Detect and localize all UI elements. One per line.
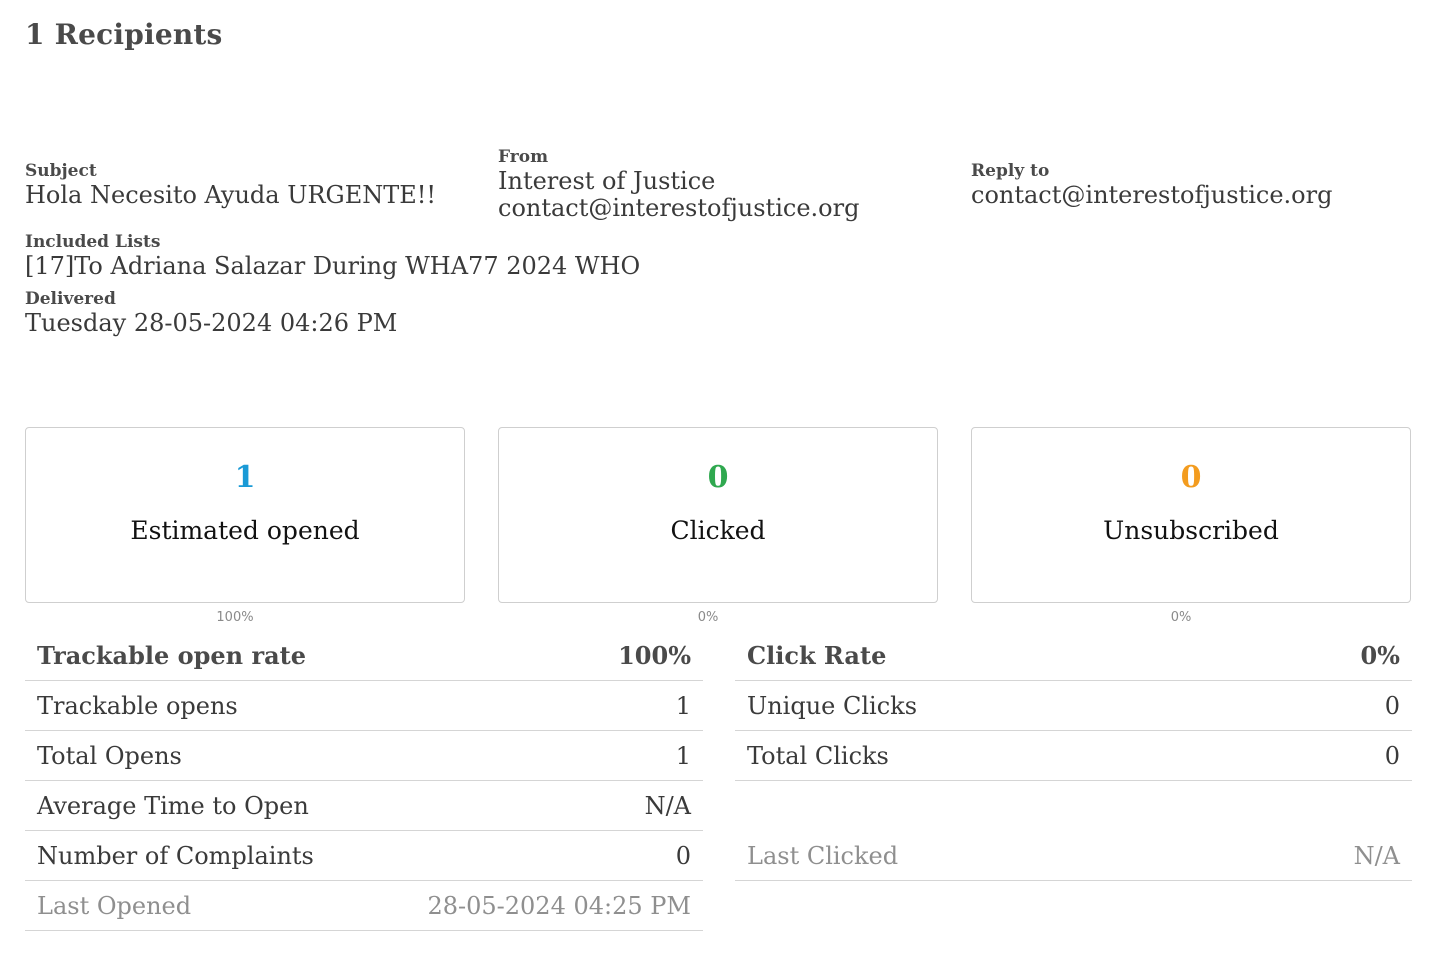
table-row: Trackable opens 1 [25, 681, 703, 731]
total-clicks-label: Total Clicks [747, 741, 889, 770]
trackable-opens-value: 1 [675, 691, 691, 720]
unsubscribed-percent: 0% [1170, 610, 1192, 625]
included-lists-label: Included Lists [25, 232, 161, 252]
reply-to-value: contact@interestofjustice.org [971, 181, 1333, 209]
reply-to-block: Reply to contact@interestofjustice.org [971, 160, 1332, 209]
total-opens-value: 1 [675, 741, 691, 770]
unsubscribed-label: Unsubscribed [1103, 516, 1279, 545]
from-name: Interest of Justice [498, 167, 716, 195]
number-of-complaints-value: 0 [675, 841, 691, 870]
click-metrics-table: Click Rate 0% Unique Clicks 0 Total Clic… [735, 631, 1412, 881]
delivered-label: Delivered [25, 289, 116, 309]
total-opens-label: Total Opens [37, 741, 182, 770]
from-email: contact@interestofjustice.org [498, 194, 860, 222]
table-row: Average Time to Open N/A [25, 781, 703, 831]
table-row: Total Clicks 0 [735, 731, 1412, 781]
click-rate-row: Click Rate 0% [735, 631, 1412, 681]
trackable-open-rate-row: Trackable open rate 100% [25, 631, 703, 681]
clicked-card: 0 Clicked [498, 427, 938, 603]
trackable-open-rate-label: Trackable open rate [37, 641, 307, 670]
subject-value: Hola Necesito Ayuda URGENTE!! [25, 181, 437, 209]
included-lists-value: [17]To Adriana Salazar During WHA77 2024… [25, 252, 641, 280]
included-lists-block: Included Lists [17]To Adriana Salazar Du… [25, 231, 640, 280]
last-opened-row: Last Opened 28-05-2024 04:25 PM [25, 881, 703, 931]
last-opened-label: Last Opened [37, 891, 192, 920]
open-metrics-table: Trackable open rate 100% Trackable opens… [25, 631, 703, 931]
estimated-opened-count: 1 [234, 460, 256, 495]
last-clicked-value: N/A [1353, 841, 1400, 870]
total-clicks-value: 0 [1384, 741, 1400, 770]
clicked-label: Clicked [670, 516, 766, 545]
table-row: Total Opens 1 [25, 731, 703, 781]
unique-clicks-label: Unique Clicks [747, 691, 918, 720]
unique-clicks-value: 0 [1384, 691, 1400, 720]
estimated-opened-card: 1 Estimated opened [25, 427, 465, 603]
delivered-value: Tuesday 28-05-2024 04:26 PM [25, 309, 398, 337]
table-row: Unique Clicks 0 [735, 681, 1412, 731]
unsubscribed-count: 0 [1180, 460, 1202, 495]
unsubscribed-card: 0 Unsubscribed [971, 427, 1411, 603]
subject-block: Subject Hola Necesito Ayuda URGENTE!! [25, 160, 436, 209]
last-opened-value: 28-05-2024 04:25 PM [427, 891, 691, 920]
campaign-report-page: 1 Recipients Subject Hola Necesito Ayuda… [0, 0, 1456, 980]
number-of-complaints-label: Number of Complaints [37, 841, 314, 870]
trackable-opens-label: Trackable opens [37, 691, 238, 720]
from-label: From [498, 147, 549, 167]
clicked-count: 0 [707, 460, 729, 495]
click-rate-label: Click Rate [747, 641, 887, 670]
estimated-opened-percent: 100% [216, 610, 254, 625]
delivered-block: Delivered Tuesday 28-05-2024 04:26 PM [25, 288, 397, 337]
estimated-opened-label: Estimated opened [130, 516, 360, 545]
last-clicked-row: Last Clicked N/A [735, 831, 1412, 881]
trackable-open-rate-value: 100% [618, 641, 691, 670]
table-row: Number of Complaints 0 [25, 831, 703, 881]
click-rate-value: 0% [1360, 641, 1400, 670]
from-block: From Interest of Justice contact@interes… [498, 146, 859, 222]
average-time-to-open-label: Average Time to Open [37, 791, 309, 820]
average-time-to-open-value: N/A [644, 791, 691, 820]
page-title: 1 Recipients [25, 18, 223, 51]
empty-row [735, 781, 1412, 831]
last-clicked-label: Last Clicked [747, 841, 899, 870]
reply-to-label: Reply to [971, 161, 1050, 181]
subject-label: Subject [25, 161, 97, 181]
clicked-percent: 0% [697, 610, 719, 625]
